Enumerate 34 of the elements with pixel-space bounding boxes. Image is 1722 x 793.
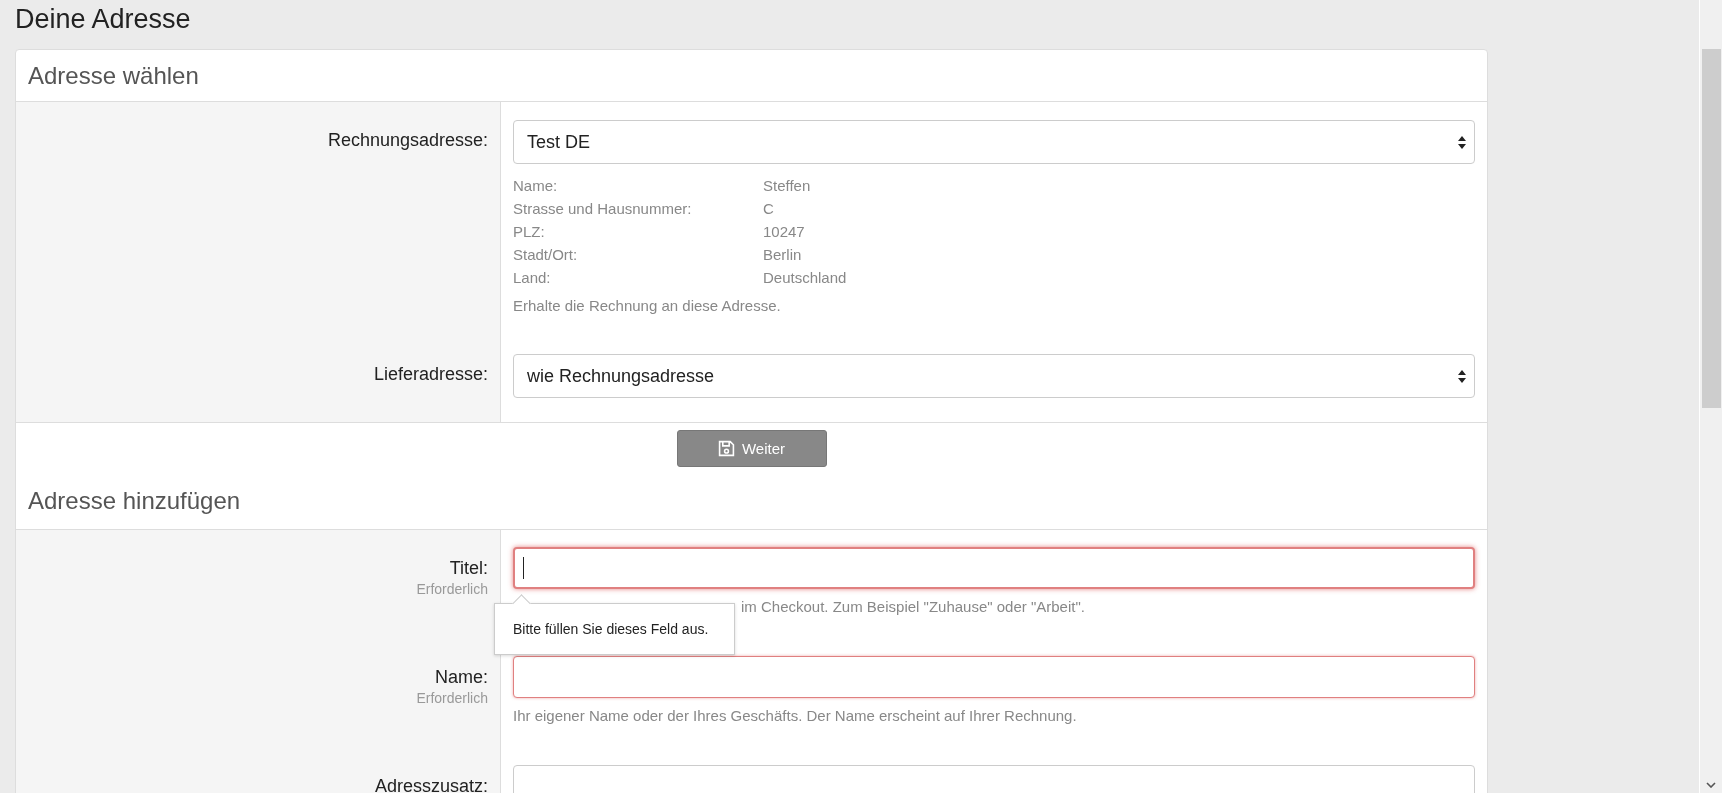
detail-key: PLZ: (513, 221, 763, 242)
help-text: Erhalte die Rechnung an diese Adresse. (513, 296, 782, 316)
tooltip-text: Bitte füllen Sie dieses Feld aus. (513, 621, 709, 637)
detail-key: Stadt/Ort: (513, 244, 763, 265)
section-title: Adresse hinzufügen (27, 486, 242, 516)
floppy-disk-icon (717, 440, 735, 457)
detail-value: Steffen (763, 176, 812, 196)
scrollbar-thumb[interactable] (1701, 49, 1721, 408)
required-hint: Erforderlich (416, 580, 488, 598)
detail-key: Land: (513, 267, 763, 288)
detail-value: C (763, 199, 775, 219)
field-label: Titel: (449, 558, 488, 578)
required-hint: Erforderlich (416, 689, 488, 707)
field-label: Rechnungsadresse: (327, 130, 488, 150)
detail-value: Berlin (763, 245, 803, 265)
updown-caret-icon (1458, 135, 1466, 149)
detail-key: Strasse und Hausnummer: (513, 198, 763, 219)
chevron-down-icon[interactable] (1706, 782, 1716, 788)
text-input-field[interactable] (513, 547, 1475, 589)
page-title: Deine Adresse (15, 3, 192, 36)
billing-address-select[interactable]: Test DE (513, 120, 1475, 164)
continue-button[interactable]: Weiter (676, 430, 827, 467)
detail-key: Name: (513, 175, 763, 196)
detail-value: Deutschland (763, 268, 848, 288)
scrollbar[interactable] (1699, 0, 1722, 793)
text-input-field[interactable] (513, 656, 1475, 698)
detail-value: 10247 (763, 222, 806, 242)
updown-caret-icon (1458, 369, 1466, 383)
help-text: im Checkout. Zum Beispiel "Zuhause" oder "Arbeit". (741, 597, 1086, 617)
field-label: Name: (435, 667, 488, 687)
field-label: Lieferadresse: (373, 364, 488, 384)
help-text: Ihr eigener Name oder der Ihres Geschäfts. Der Name erscheint auf Ihrer Rechnung. (513, 706, 1078, 726)
field-label: Adresszusatz: (374, 776, 488, 793)
shipping-address-select[interactable]: wie Rechnungsadresse (513, 354, 1475, 398)
